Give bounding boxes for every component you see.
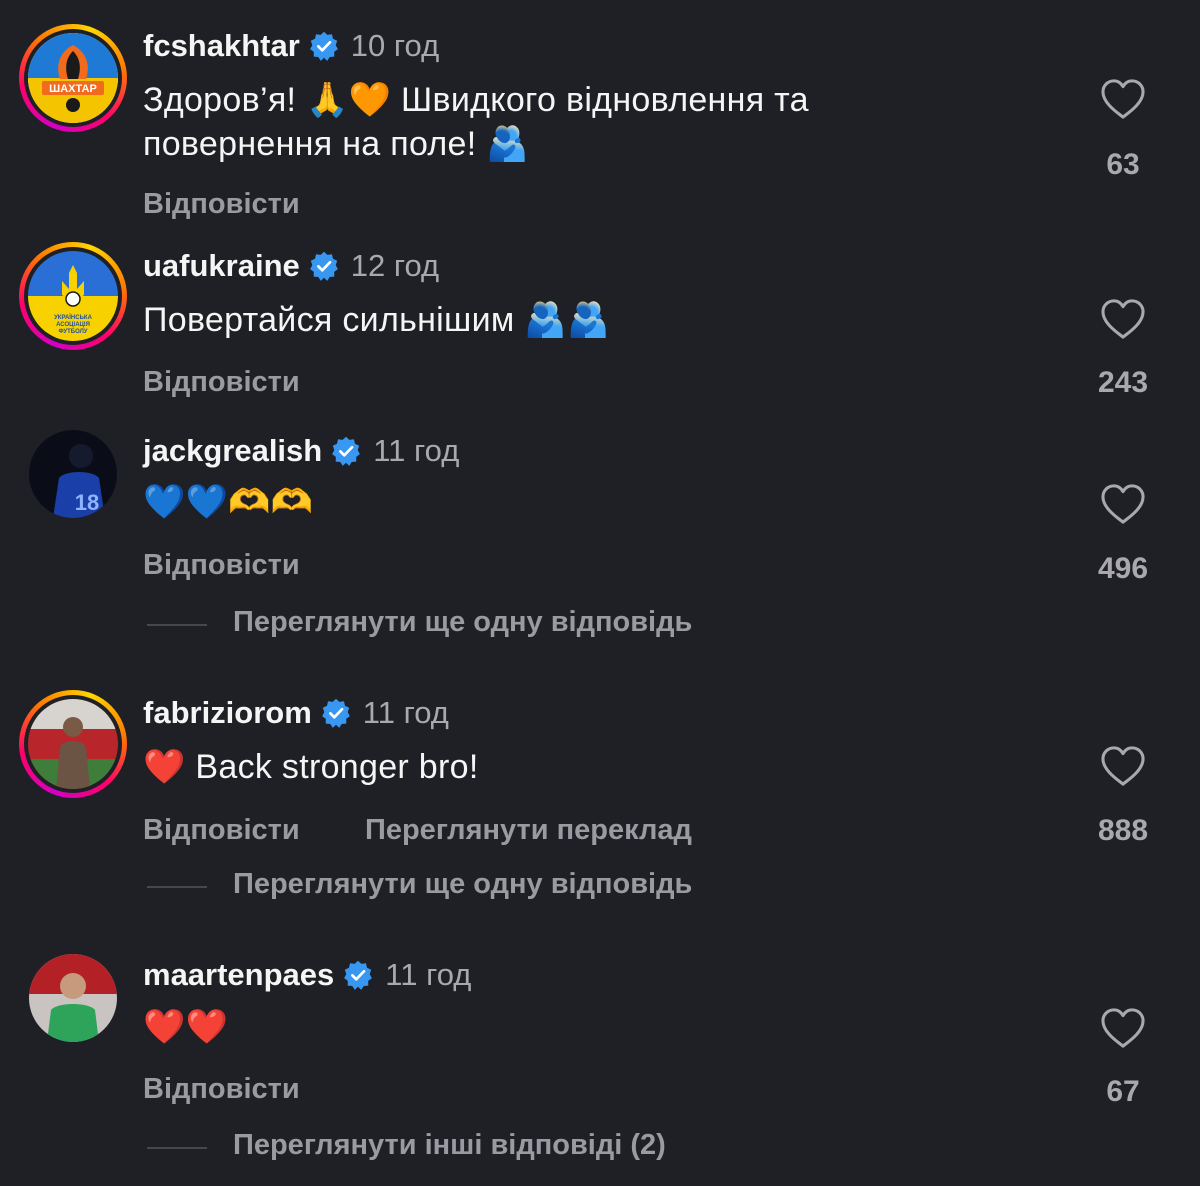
comment-text: Здоров’я! 🙏🧡 Швидкого відновлення та пов… [143, 81, 809, 163]
comment-header: maartenpaes 11 год [143, 957, 471, 993]
view-more-replies-button[interactable]: Переглянути ще одну відповідь [233, 868, 692, 901]
verified-badge-icon [331, 436, 361, 466]
username[interactable]: maartenpaes [143, 957, 334, 993]
verified-badge-icon [309, 251, 339, 281]
reply-button[interactable]: Відповісти [143, 366, 300, 399]
heart-outline-icon[interactable] [1100, 78, 1146, 120]
heart-outline-icon[interactable] [1100, 745, 1146, 787]
svg-text:АСОЦІАЦІЯ: АСОЦІАЦІЯ [56, 322, 90, 328]
comment-time: 11 год [362, 695, 449, 730]
svg-text:ФУТБОЛУ: ФУТБОЛУ [58, 329, 87, 335]
comment-text: ❤️ Back stronger bro! [143, 748, 479, 786]
heart-outline-icon[interactable] [1100, 298, 1146, 340]
svg-text:УКРАЇНСЬКА: УКРАЇНСЬКА [54, 314, 92, 321]
username[interactable]: fcshakhtar [143, 28, 300, 64]
avatar[interactable] [19, 690, 127, 798]
username[interactable]: uafukraine [143, 248, 300, 284]
verified-badge-icon [309, 31, 339, 61]
like-count: 888 [1097, 814, 1149, 847]
like-count: 63 [1106, 148, 1140, 181]
verified-badge-icon [343, 960, 373, 990]
svg-text:18: 18 [75, 490, 99, 515]
comment-header: fcshakhtar 10 год [143, 28, 439, 64]
comment-header: fabriziorom 11 год [143, 695, 449, 731]
like-count: 496 [1097, 552, 1149, 585]
avatar[interactable] [19, 944, 127, 1052]
comment-text: 💙💙🫶🫶 [143, 483, 314, 521]
comment-time: 11 год [385, 957, 472, 992]
comment-time: 11 год [373, 433, 460, 468]
view-more-replies-button[interactable]: Переглянути інші відповіді (2) [233, 1129, 666, 1162]
reply-button[interactable]: Відповісти [143, 814, 300, 847]
like-count: 243 [1097, 366, 1149, 399]
comment-text: Повертайся сильнішим 🫂🫂 [143, 301, 610, 339]
username[interactable]: jackgrealish [143, 433, 322, 469]
view-translation-button[interactable]: Переглянути переклад [365, 814, 692, 847]
reply-button[interactable]: Відповісти [143, 188, 300, 221]
reply-button[interactable]: Відповісти [143, 1073, 300, 1106]
view-more-replies-button[interactable]: Переглянути ще одну відповідь [233, 606, 692, 639]
verified-badge-icon [321, 698, 351, 728]
username[interactable]: fabriziorom [143, 695, 312, 731]
reply-button[interactable]: Відповісти [143, 549, 300, 582]
svg-text:ШАХТАР: ШАХТАР [49, 83, 97, 95]
comment-header: jackgrealish 11 год [143, 433, 459, 469]
comment-time: 10 год [350, 28, 440, 63]
comment-text: ❤️❤️ [143, 1008, 229, 1046]
replies-divider [147, 886, 207, 888]
replies-divider [147, 1147, 207, 1149]
comment-header: uafukraine 12 год [143, 248, 439, 284]
like-count: 67 [1106, 1075, 1140, 1108]
avatar[interactable]: ШАХТАР [19, 24, 127, 132]
replies-divider [147, 624, 207, 626]
comment-time: 12 год [350, 248, 440, 283]
heart-outline-icon[interactable] [1100, 1007, 1146, 1049]
avatar[interactable]: 18 [19, 420, 127, 528]
heart-outline-icon[interactable] [1100, 483, 1146, 525]
avatar[interactable]: УКРАЇНСЬКА АСОЦІАЦІЯ ФУТБОЛУ [19, 242, 127, 350]
